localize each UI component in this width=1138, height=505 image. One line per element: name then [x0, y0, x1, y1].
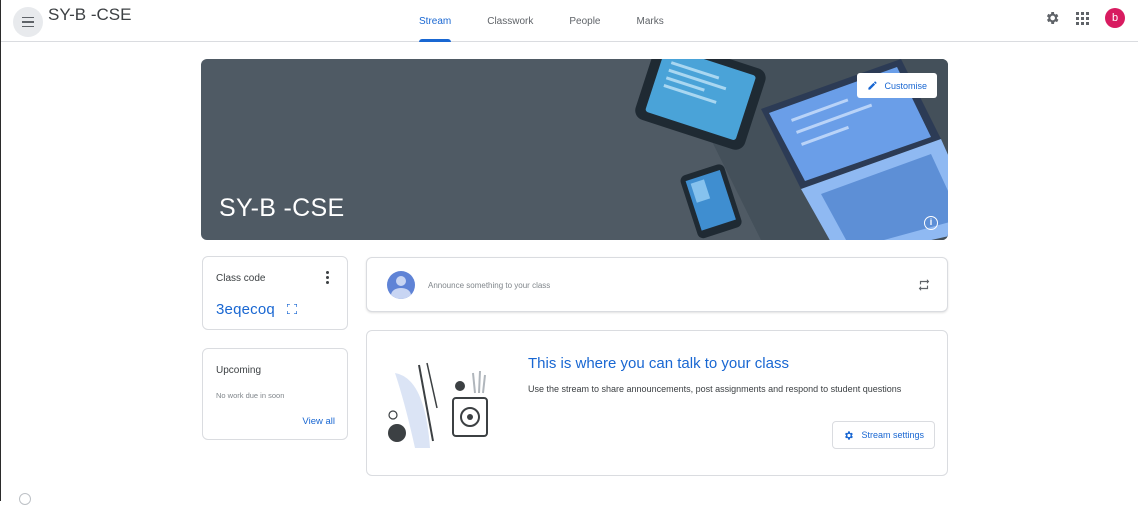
tab-people[interactable]: People: [551, 0, 618, 42]
info-icon[interactable]: i: [924, 216, 938, 230]
class-code-label: Class code: [216, 273, 266, 284]
help-icon[interactable]: [19, 493, 31, 505]
stream-settings-label: Stream settings: [861, 430, 924, 440]
class-banner: SY-B -CSE Customise i: [201, 59, 948, 240]
top-bar: SY-B -CSE Stream Classwork People Marks …: [1, 0, 1138, 42]
tab-stream[interactable]: Stream: [401, 0, 469, 42]
upcoming-card: Upcoming No work due in soon View all: [202, 348, 348, 440]
class-title[interactable]: SY-B -CSE: [48, 5, 131, 25]
customise-button[interactable]: Customise: [857, 73, 937, 98]
repost-icon[interactable]: [917, 278, 931, 292]
class-code-value: 3eqecoq: [216, 301, 275, 318]
gear-icon: [845, 430, 854, 440]
fullscreen-icon[interactable]: [287, 304, 297, 314]
class-code-card: Class code 3eqecoq: [202, 256, 348, 330]
announce-input[interactable]: Announce something to your class: [428, 281, 550, 290]
view-all-link[interactable]: View all: [302, 416, 335, 427]
upcoming-message: No work due in soon: [216, 391, 285, 400]
app-frame: SY-B -CSE Stream Classwork People Marks …: [0, 0, 1138, 505]
main-menu-button[interactable]: [13, 7, 43, 37]
more-options-icon[interactable]: [326, 271, 329, 284]
stream-settings-button[interactable]: Stream settings: [832, 421, 935, 449]
apps-icon[interactable]: [1076, 11, 1089, 25]
stream-illustration: [388, 362, 488, 448]
customise-label: Customise: [884, 80, 927, 91]
menu-icon: [22, 15, 34, 29]
pencil-icon: [868, 81, 878, 90]
tab-marks[interactable]: Marks: [619, 0, 682, 42]
tab-bar: Stream Classwork People Marks: [401, 0, 682, 42]
upcoming-title: Upcoming: [216, 365, 262, 376]
banner-title: SY-B -CSE: [219, 194, 345, 222]
empty-stream-description: Use the stream to share announcements, p…: [528, 384, 902, 394]
announce-box[interactable]: Announce something to your class: [366, 257, 948, 312]
user-avatar: [387, 271, 415, 299]
account-controls: b: [1044, 8, 1125, 28]
tab-classwork[interactable]: Classwork: [469, 0, 551, 42]
avatar[interactable]: b: [1105, 8, 1125, 28]
empty-stream-title: This is where you can talk to your class: [528, 355, 789, 372]
gear-icon[interactable]: [1044, 10, 1060, 26]
stream-empty-card: This is where you can talk to your class…: [366, 330, 948, 476]
